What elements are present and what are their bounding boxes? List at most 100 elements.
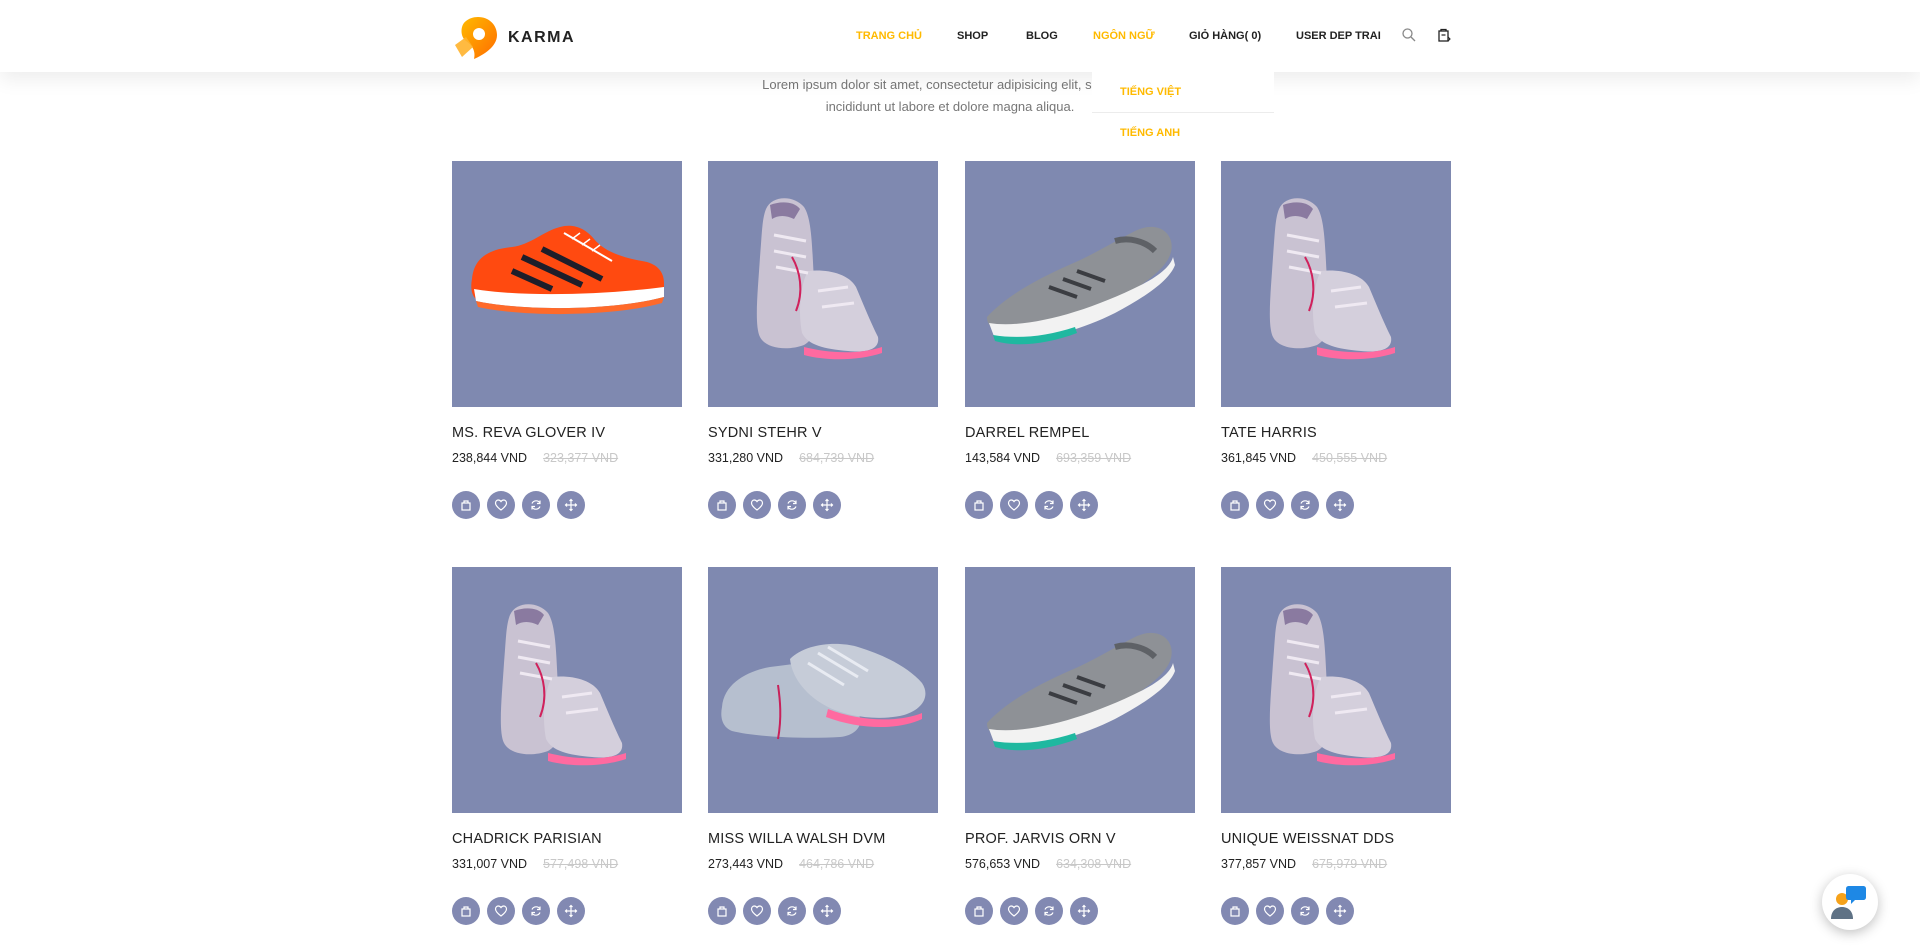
product-price: 331,007 VND <box>452 857 528 871</box>
add-to-bag-button[interactable] <box>1221 491 1249 519</box>
add-to-bag-button[interactable] <box>965 897 993 925</box>
product-title[interactable]: CHADRICK PARISIAN <box>452 831 682 847</box>
nav-user[interactable]: USER DEP TRAI <box>1296 30 1381 42</box>
wishlist-heart-icon <box>1007 499 1021 511</box>
wishlist-heart-icon <box>1263 499 1277 511</box>
logo-text: KARMA <box>508 29 576 46</box>
product-card[interactable]: TATE HARRIS 361,845 VND 450,555 VND <box>1221 161 1451 519</box>
logo-pin-icon <box>455 17 497 59</box>
product-card[interactable]: SYDNI STEHR V 331,280 VND 684,739 VND <box>708 161 938 519</box>
compare-sync-button[interactable] <box>1035 491 1063 519</box>
compare-sync-button[interactable] <box>522 897 550 925</box>
wishlist-heart-icon <box>1007 905 1021 917</box>
compare-sync-button[interactable] <box>778 897 806 925</box>
add-to-bag-icon <box>717 500 727 511</box>
add-to-bag-button[interactable] <box>452 491 480 519</box>
product-price: 238,844 VND <box>452 451 528 465</box>
add-to-bag-icon <box>974 500 984 511</box>
nav-shop[interactable]: SHOP <box>957 30 988 42</box>
add-to-bag-icon <box>461 906 471 917</box>
price-row: 377,857 VND 675,979 VND <box>1221 857 1451 871</box>
price-row: 238,844 VND 323,377 VND <box>452 451 682 465</box>
compare-sync-button[interactable] <box>1035 897 1063 925</box>
product-image[interactable] <box>965 161 1195 407</box>
product-image[interactable] <box>1221 567 1451 813</box>
logo[interactable]: KARMA <box>452 15 575 61</box>
product-card[interactable]: UNIQUE WEISSNAT DDS 377,857 VND 675,979 … <box>1221 567 1451 925</box>
nav-home[interactable]: TRANG CHỦ <box>856 30 922 42</box>
price-row: 143,584 VND 693,359 VND <box>965 451 1195 465</box>
shoe-image <box>1269 604 1395 766</box>
view-more-arrows-button[interactable] <box>1326 491 1354 519</box>
product-image[interactable] <box>1221 161 1451 407</box>
add-to-bag-button[interactable] <box>965 491 993 519</box>
shoe-image <box>987 226 1175 345</box>
view-more-arrows-button[interactable] <box>557 491 585 519</box>
nav-blog[interactable]: BLOG <box>1026 30 1058 42</box>
nav-cart[interactable]: GIỎ HÀNG( 0) <box>1189 30 1261 42</box>
add-to-bag-button[interactable] <box>708 897 736 925</box>
product-actions <box>452 897 682 925</box>
product-image[interactable] <box>452 161 682 407</box>
wishlist-heart-button[interactable] <box>743 491 771 519</box>
product-image[interactable] <box>708 567 938 813</box>
view-more-arrows-button[interactable] <box>1326 897 1354 925</box>
view-more-arrows-icon <box>1333 904 1347 918</box>
product-old-price: 323,377 VND <box>543 451 619 465</box>
cart-icon[interactable] <box>1436 27 1452 43</box>
view-more-arrows-button[interactable] <box>813 897 841 925</box>
view-more-arrows-icon <box>1333 498 1347 512</box>
view-more-arrows-button[interactable] <box>1070 897 1098 925</box>
price-row: 361,845 VND 450,555 VND <box>1221 451 1451 465</box>
product-title[interactable]: SYDNI STEHR V <box>708 425 938 441</box>
product-image[interactable] <box>708 161 938 407</box>
product-card[interactable]: CHADRICK PARISIAN 331,007 VND 577,498 VN… <box>452 567 682 925</box>
compare-sync-button[interactable] <box>1291 491 1319 519</box>
compare-sync-button[interactable] <box>778 491 806 519</box>
search-icon[interactable] <box>1401 27 1417 43</box>
product-image[interactable] <box>965 567 1195 813</box>
dropdown-item-vietnamese[interactable]: TIẾNG VIỆT <box>1120 86 1181 98</box>
product-title[interactable]: MISS WILLA WALSH DVM <box>708 831 938 847</box>
dropdown-item-english[interactable]: TIẾNG ANH <box>1120 127 1180 139</box>
add-to-bag-button[interactable] <box>708 491 736 519</box>
compare-sync-icon <box>787 906 797 916</box>
wishlist-heart-button[interactable] <box>487 491 515 519</box>
wishlist-heart-button[interactable] <box>487 897 515 925</box>
wishlist-heart-button[interactable] <box>743 897 771 925</box>
view-more-arrows-button[interactable] <box>1070 491 1098 519</box>
wishlist-heart-button[interactable] <box>1000 491 1028 519</box>
product-card[interactable]: DARREL REMPEL 143,584 VND 693,359 VND <box>965 161 1195 519</box>
language-dropdown: TIẾNG VIỆT TIẾNG ANH <box>1092 72 1274 154</box>
shoe-image <box>1269 198 1395 360</box>
product-title[interactable]: DARREL REMPEL <box>965 425 1195 441</box>
product-title[interactable]: TATE HARRIS <box>1221 425 1451 441</box>
product-image[interactable] <box>452 567 682 813</box>
add-to-bag-button[interactable] <box>452 897 480 925</box>
view-more-arrows-button[interactable] <box>557 897 585 925</box>
shoe-image <box>756 198 882 360</box>
add-to-bag-button[interactable] <box>1221 897 1249 925</box>
product-title[interactable]: UNIQUE WEISSNAT DDS <box>1221 831 1451 847</box>
product-card[interactable]: MISS WILLA WALSH DVM 273,443 VND 464,786… <box>708 567 938 925</box>
compare-sync-button[interactable] <box>522 491 550 519</box>
compare-sync-icon <box>1044 906 1054 916</box>
wishlist-heart-button[interactable] <box>1256 491 1284 519</box>
product-card[interactable]: MS. REVA GLOVER IV 238,844 VND 323,377 V… <box>452 161 682 519</box>
add-to-bag-icon <box>461 500 471 511</box>
product-title[interactable]: PROF. JARVIS ORN V <box>965 831 1195 847</box>
compare-sync-icon <box>787 500 797 510</box>
wishlist-heart-button[interactable] <box>1000 897 1028 925</box>
view-more-arrows-button[interactable] <box>813 491 841 519</box>
wishlist-heart-button[interactable] <box>1256 897 1284 925</box>
compare-sync-icon <box>1300 906 1310 916</box>
compare-sync-icon <box>1300 500 1310 510</box>
product-old-price: 693,359 VND <box>1056 451 1132 465</box>
add-to-bag-icon <box>974 906 984 917</box>
nav-language[interactable]: NGÔN NGỮ <box>1093 30 1155 42</box>
product-title[interactable]: MS. REVA GLOVER IV <box>452 425 682 441</box>
compare-sync-button[interactable] <box>1291 897 1319 925</box>
product-price: 273,443 VND <box>708 857 784 871</box>
product-card[interactable]: PROF. JARVIS ORN V 576,653 VND 634,308 V… <box>965 567 1195 925</box>
chat-widget-button[interactable] <box>1822 874 1878 930</box>
